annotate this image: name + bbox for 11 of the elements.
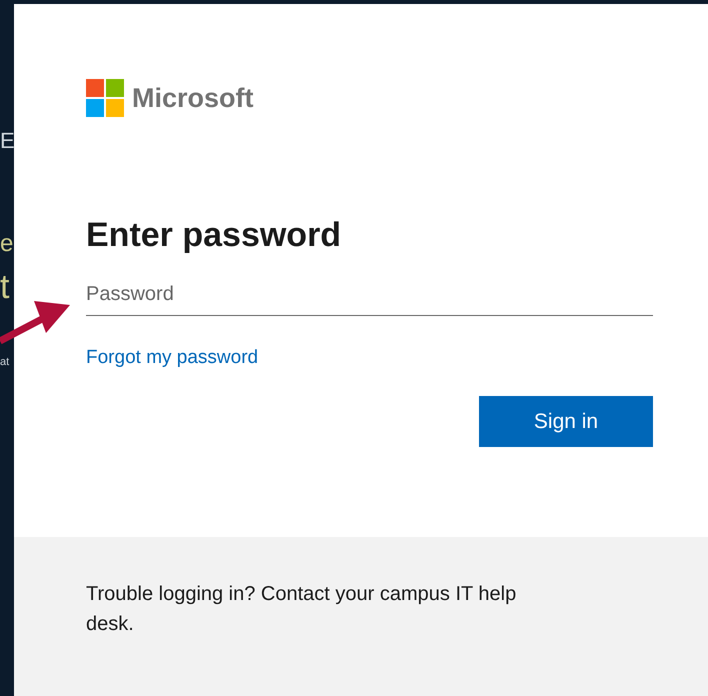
background-text: E <box>0 127 14 155</box>
password-field[interactable]: Password <box>86 278 653 316</box>
forgot-password-link[interactable]: Forgot my password <box>86 346 258 368</box>
help-text: Trouble logging in? Contact your campus IT help desk. <box>86 582 518 637</box>
background-text: at <box>0 355 10 370</box>
background-text: t <box>0 267 10 308</box>
logo-icon <box>86 79 124 118</box>
background-text: e <box>0 229 14 259</box>
logo-text: Microsoft <box>132 82 254 115</box>
page-title: Enter password <box>86 214 342 254</box>
sign-in-button[interactable]: Sign in <box>479 396 653 447</box>
